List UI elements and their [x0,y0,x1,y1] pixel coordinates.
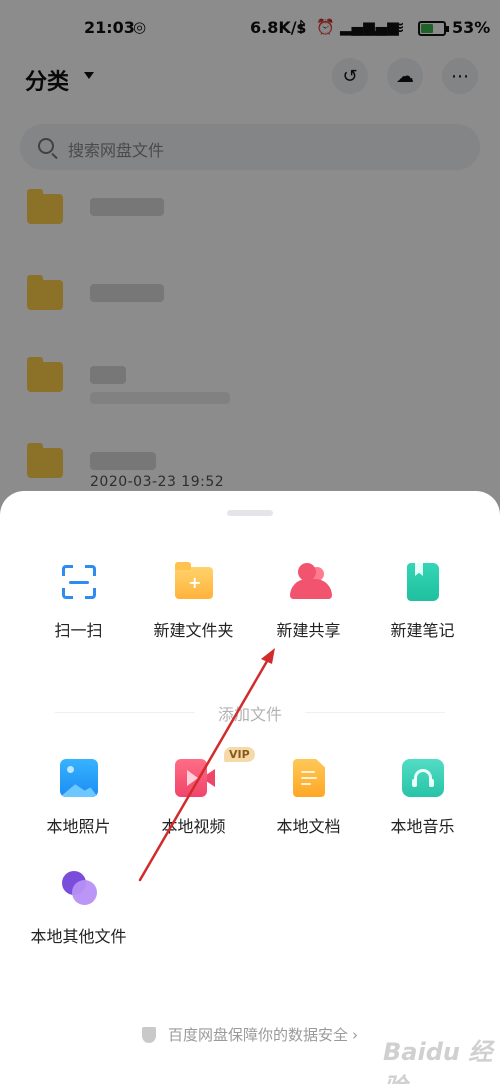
local-documents-button[interactable]: 本地文档 [251,759,366,869]
photo-icon [60,759,98,797]
local-documents-label: 本地文档 [276,817,341,836]
new-share-label: 新建共享 [276,621,341,640]
watermark: Baidu 经验 [383,1038,493,1084]
other-files-icon [60,869,98,907]
security-notice-text: 百度网盘保障你的数据安全 [167,1026,348,1044]
local-other-files-label: 本地其他文件 [30,927,127,946]
bottom-sheet: 扫一扫 + 新建文件夹 新建共享 新建笔记 添加文件 本地照片 VIP 本地视频… [0,491,500,1084]
local-music-button[interactable]: 本地音乐 [365,759,480,869]
local-music-label: 本地音乐 [390,817,455,836]
music-icon [402,759,444,797]
shield-icon [141,1027,156,1043]
new-share-button[interactable]: 新建共享 [251,563,366,673]
scan-label: 扫一扫 [54,621,103,640]
scan-icon [60,563,98,601]
new-folder-label: 新建文件夹 [153,621,234,640]
chevron-right-icon: › [352,1026,358,1044]
new-note-label: 新建笔记 [390,621,455,640]
local-videos-button[interactable]: VIP 本地视频 [136,747,255,869]
note-icon [407,563,439,601]
sheet-handle[interactable] [227,510,273,516]
local-photos-label: 本地照片 [46,817,111,836]
share-icon [290,563,332,601]
section-title-add-files: 添加文件 [0,701,500,725]
document-icon [293,759,325,797]
local-photos-button[interactable]: 本地照片 [21,759,136,869]
video-icon [175,759,215,797]
local-other-files-button[interactable]: 本地其他文件 [21,869,136,979]
new-folder-icon: + [175,562,213,599]
local-videos-label: 本地视频 [161,817,226,836]
scan-button[interactable]: 扫一扫 [21,563,136,673]
new-note-button[interactable]: 新建笔记 [365,563,480,673]
new-folder-button[interactable]: + 新建文件夹 [136,562,251,673]
